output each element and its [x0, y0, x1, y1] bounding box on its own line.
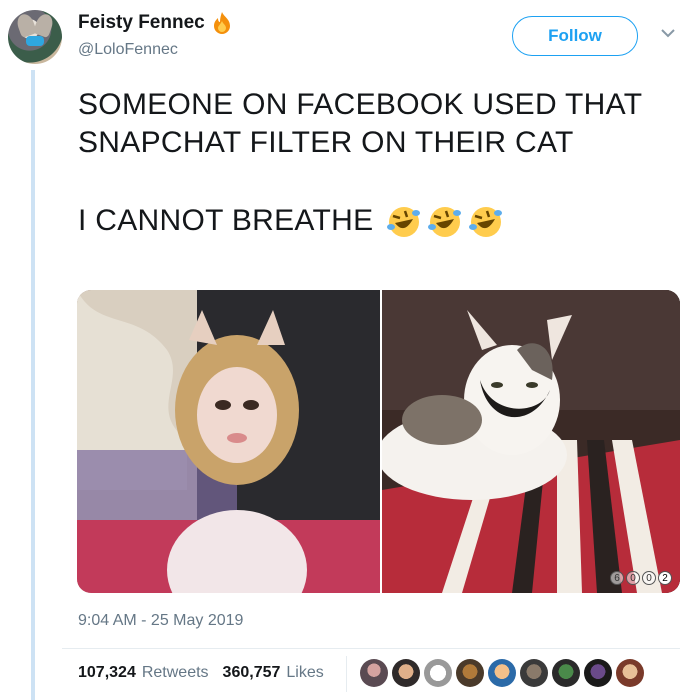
retweets-stat[interactable]: 107,324 Retweets [78, 664, 209, 682]
tweet-line-1: SOMEONE ON FACEBOOK USED THAT SNAPCHAT F… [78, 88, 642, 159]
thread-line [31, 70, 35, 700]
media-gallery[interactable]: 6 0 0 2 [77, 290, 680, 593]
liker-avatar[interactable] [616, 659, 644, 687]
rolling-on-floor-laughing-icon [387, 207, 421, 238]
avatar[interactable] [8, 10, 62, 64]
tweet-line-2-text: I CANNOT BREATHE [78, 204, 374, 237]
stats-separator [346, 656, 347, 692]
rolling-on-floor-laughing-icon [428, 207, 462, 238]
likes-label: Likes [286, 664, 324, 681]
liker-avatar[interactable] [520, 659, 548, 687]
author-handle[interactable]: @LoloFennec [78, 41, 178, 59]
tweet-timestamp[interactable]: 9:04 AM - 25 May 2019 [78, 612, 243, 630]
tweet-stats: 107,324 Retweets 360,757 Likes [78, 664, 338, 682]
media-count-indicator: 6 0 0 2 [610, 571, 672, 585]
liker-avatar[interactable] [552, 659, 580, 687]
liker-avatar[interactable] [488, 659, 516, 687]
retweets-label: Retweets [141, 664, 209, 681]
liker-avatar[interactable] [584, 659, 612, 687]
tweet-line-2: I CANNOT BREATHE [78, 202, 678, 240]
media-dot: 0 [626, 571, 640, 585]
tweet-text: SOMEONE ON FACEBOOK USED THAT SNAPCHAT F… [78, 86, 678, 240]
liker-avatars [360, 659, 644, 687]
chevron-down-icon[interactable] [661, 28, 675, 38]
liker-avatar[interactable] [392, 659, 420, 687]
display-name[interactable]: Feisty Fennec [78, 12, 205, 34]
cat-photo-right[interactable]: 6 0 0 2 [382, 290, 680, 593]
likes-stat[interactable]: 360,757 Likes [223, 664, 324, 682]
liker-avatar[interactable] [456, 659, 484, 687]
media-dot: 6 [610, 571, 624, 585]
media-dot: 0 [642, 571, 656, 585]
likes-count: 360,757 [222, 664, 281, 681]
cat-photo-left[interactable] [77, 290, 380, 593]
liker-avatar[interactable] [360, 659, 388, 687]
media-dot: 2 [658, 571, 672, 585]
follow-button[interactable]: Follow [512, 16, 638, 56]
rolling-on-floor-laughing-icon [469, 207, 503, 238]
author-name-row[interactable]: Feisty Fennec [78, 11, 233, 35]
retweets-count: 107,324 [78, 664, 136, 681]
fire-icon [213, 12, 230, 34]
divider [62, 648, 680, 649]
liker-avatar[interactable] [424, 659, 452, 687]
